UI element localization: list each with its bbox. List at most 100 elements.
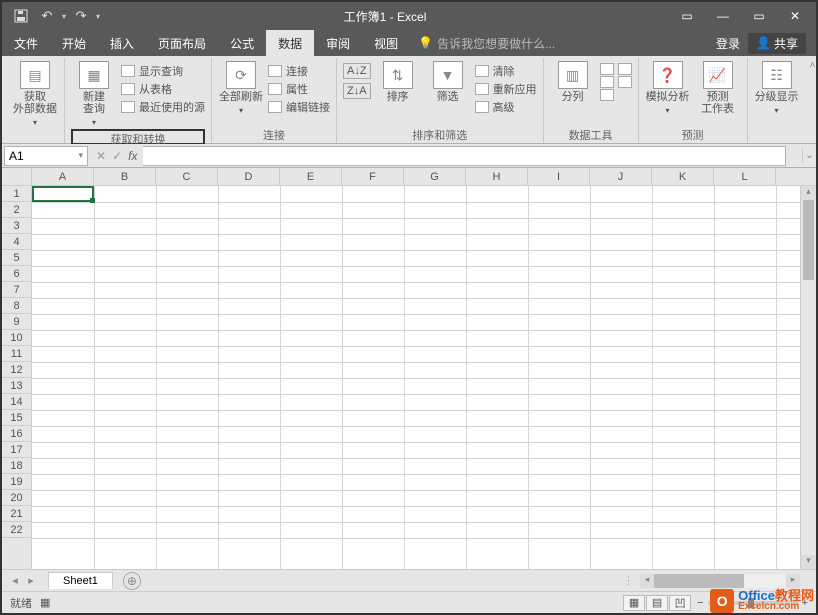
row-header[interactable]: 4 — [2, 234, 31, 250]
sheet-nav-next-icon[interactable]: ▸ — [24, 574, 38, 587]
minimize-button[interactable]: — — [706, 5, 740, 27]
scroll-left-icon[interactable]: ◂ — [640, 574, 654, 588]
column-header[interactable]: A — [32, 168, 94, 185]
select-all-corner[interactable] — [2, 168, 32, 185]
row-header[interactable]: 2 — [2, 202, 31, 218]
text-to-columns-button[interactable]: ▥ 分列 — [550, 61, 596, 103]
redo-icon[interactable]: ↷ — [70, 5, 92, 27]
scroll-down-icon[interactable]: ▾ — [801, 555, 816, 569]
clear-filter-button[interactable]: 清除 — [475, 63, 537, 79]
tab-review[interactable]: 审阅 — [314, 30, 362, 56]
row-header[interactable]: 20 — [2, 490, 31, 506]
row-header[interactable]: 7 — [2, 282, 31, 298]
column-header[interactable]: G — [404, 168, 466, 185]
connections-button[interactable]: 连接 — [268, 63, 330, 79]
row-header[interactable]: 14 — [2, 394, 31, 410]
row-header[interactable]: 11 — [2, 346, 31, 362]
login-link[interactable]: 登录 — [716, 35, 740, 52]
outline-button[interactable]: ☷ 分级显示 ▾ — [754, 61, 800, 117]
horizontal-scrollbar[interactable]: ◂ ▸ — [640, 574, 800, 588]
reapply-button[interactable]: 重新应用 — [475, 81, 537, 97]
row-header[interactable]: 19 — [2, 474, 31, 490]
save-icon[interactable] — [10, 5, 32, 27]
tool-icon-2[interactable] — [600, 76, 632, 88]
sort-button[interactable]: ⇅ 排序 — [375, 61, 421, 103]
row-header[interactable]: 12 — [2, 362, 31, 378]
vertical-scrollbar[interactable]: ▴ ▾ — [800, 186, 816, 569]
row-header[interactable]: 16 — [2, 426, 31, 442]
from-table-button[interactable]: 从表格 — [121, 81, 205, 97]
view-pagebreak-icon[interactable]: 凹 — [669, 595, 691, 611]
tool-icon-1[interactable] — [600, 63, 632, 75]
get-external-data-button[interactable]: ▤ 获取 外部数据 ▾ — [12, 61, 58, 129]
column-header[interactable]: C — [156, 168, 218, 185]
sheet-nav-prev-icon[interactable]: ◂ — [8, 574, 22, 587]
column-header[interactable]: H — [466, 168, 528, 185]
macro-record-icon[interactable]: ▦ — [40, 596, 50, 609]
scroll-up-icon[interactable]: ▴ — [801, 186, 816, 200]
new-query-button[interactable]: ▦ 新建 查询 ▾ — [71, 61, 117, 129]
hscroll-thumb[interactable] — [654, 574, 744, 588]
row-header[interactable]: 22 — [2, 522, 31, 538]
tab-formulas[interactable]: 公式 — [218, 30, 266, 56]
properties-button[interactable]: 属性 — [268, 81, 330, 97]
column-header[interactable]: F — [342, 168, 404, 185]
tab-insert[interactable]: 插入 — [98, 30, 146, 56]
column-header[interactable]: D — [218, 168, 280, 185]
recent-sources-button[interactable]: 最近使用的源 — [121, 99, 205, 115]
forecast-sheet-button[interactable]: 📈 预测 工作表 — [695, 61, 741, 115]
collapse-ribbon-icon[interactable]: ˄ — [806, 58, 818, 73]
tab-home[interactable]: 开始 — [50, 30, 98, 56]
row-header[interactable]: 10 — [2, 330, 31, 346]
tab-split-handle[interactable]: ⋮ — [623, 574, 634, 587]
sort-asc-button[interactable]: A↓Z — [343, 63, 371, 79]
undo-icon[interactable]: ↶ — [36, 5, 58, 27]
row-header[interactable]: 15 — [2, 410, 31, 426]
column-header[interactable]: I — [528, 168, 590, 185]
row-header[interactable]: 17 — [2, 442, 31, 458]
row-header[interactable]: 13 — [2, 378, 31, 394]
advanced-filter-button[interactable]: 高级 — [475, 99, 537, 115]
ribbon-display-options-icon[interactable]: ▭ — [670, 5, 704, 27]
what-if-button[interactable]: ❓ 模拟分析 ▾ — [645, 61, 691, 117]
column-header[interactable]: K — [652, 168, 714, 185]
tell-me-search[interactable]: 💡 告诉我您想要做什么... — [410, 30, 555, 56]
column-header[interactable]: B — [94, 168, 156, 185]
tab-pagelayout[interactable]: 页面布局 — [146, 30, 218, 56]
maximize-button[interactable]: ▭ — [742, 5, 776, 27]
row-header[interactable]: 6 — [2, 266, 31, 282]
show-queries-button[interactable]: 显示查询 — [121, 63, 205, 79]
zoom-out-button[interactable]: − — [697, 597, 703, 609]
tab-data[interactable]: 数据 — [266, 30, 314, 56]
vscroll-thumb[interactable] — [803, 200, 814, 280]
cancel-formula-icon[interactable]: ✕ — [96, 149, 106, 163]
close-button[interactable]: ✕ — [778, 5, 812, 27]
scroll-right-icon[interactable]: ▸ — [786, 574, 800, 588]
cells-area[interactable] — [32, 186, 800, 569]
add-sheet-button[interactable]: ⊕ — [123, 572, 141, 590]
chevron-down-icon[interactable]: ▾ — [78, 150, 83, 161]
row-header[interactable]: 3 — [2, 218, 31, 234]
row-header[interactable]: 1 — [2, 186, 31, 202]
sort-desc-button[interactable]: Z↓A — [343, 83, 371, 99]
name-box[interactable]: A1 ▾ — [4, 146, 88, 166]
tab-view[interactable]: 视图 — [362, 30, 410, 56]
refresh-all-button[interactable]: ⟳ 全部刷新 ▾ — [218, 61, 264, 117]
formula-input[interactable] — [143, 146, 786, 166]
edit-links-button[interactable]: 编辑链接 — [268, 99, 330, 115]
fx-icon[interactable]: fx — [128, 149, 137, 163]
enter-formula-icon[interactable]: ✓ — [112, 149, 122, 163]
tool-icon-3[interactable] — [600, 89, 632, 101]
tab-file[interactable]: 文件 — [2, 30, 50, 56]
share-button[interactable]: 👤 共享 — [748, 33, 806, 54]
column-header[interactable]: E — [280, 168, 342, 185]
row-header[interactable]: 21 — [2, 506, 31, 522]
view-normal-icon[interactable]: ▦ — [623, 595, 645, 611]
column-header[interactable]: J — [590, 168, 652, 185]
row-header[interactable]: 8 — [2, 298, 31, 314]
column-header[interactable]: L — [714, 168, 776, 185]
filter-button[interactable]: ▼ 筛选 — [425, 61, 471, 103]
expand-formula-bar-icon[interactable]: ⌄ — [802, 148, 816, 163]
row-header[interactable]: 5 — [2, 250, 31, 266]
sheet-tab-active[interactable]: Sheet1 — [48, 572, 113, 589]
